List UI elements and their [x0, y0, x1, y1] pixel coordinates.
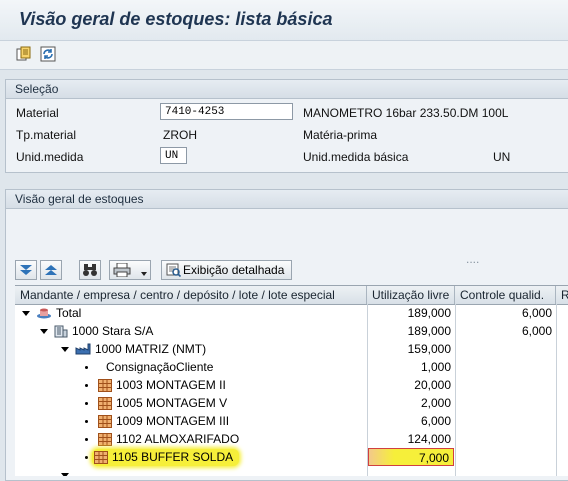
leaf-node-icon	[85, 419, 88, 423]
collapse-node-icon	[61, 472, 69, 476]
dropdown-arrow-icon	[141, 272, 147, 276]
material-type-value: ZROH	[163, 128, 197, 142]
storage-location-icon	[98, 432, 112, 446]
storage-location-icon	[94, 450, 108, 464]
row-label: 1000 Stara S/A	[72, 324, 154, 338]
row-label: 1005 MONTAGEM V	[116, 396, 228, 410]
title-bar: Visão geral de estoques: lista básica	[0, 0, 568, 41]
storage-location-icon	[98, 414, 112, 428]
column-header-quality-control[interactable]: Controle qualid.	[455, 286, 556, 304]
collapse-all-button[interactable]	[40, 260, 62, 280]
free-use-value: 159,000	[407, 342, 451, 356]
leaf-node-icon	[85, 437, 88, 441]
row-label: 1009 MONTAGEM III	[116, 414, 230, 428]
material-description: MANOMETRO 16bar 233.50.DM 100L	[303, 106, 509, 120]
table-row[interactable]: ConsignaçãoCliente 1,000	[15, 358, 568, 376]
print-button[interactable]	[109, 260, 151, 280]
column-header-restricted[interactable]: R	[556, 286, 568, 304]
table-row[interactable]: 1000 MATRIZ (NMT) 159,000	[15, 340, 568, 358]
collapse-node-icon[interactable]	[40, 328, 48, 334]
splitter-handle[interactable]: ....	[466, 252, 479, 266]
table-row[interactable]: 1102 ALMOXARIFADO 124,000	[15, 430, 568, 448]
base-unit-value: UN	[493, 150, 511, 164]
material-label: Material	[16, 106, 59, 120]
overview-heading: Visão geral de estoques	[6, 190, 568, 209]
table-row[interactable]: 1009 MONTAGEM III 6,000	[15, 412, 568, 430]
leaf-node-icon	[85, 365, 88, 369]
quality-control-value: 6,000	[521, 306, 552, 320]
plant-icon	[75, 343, 91, 355]
free-use-value: 189,000	[407, 324, 451, 338]
collapse-node-icon[interactable]	[22, 310, 30, 316]
company-icon	[54, 325, 68, 337]
table-row[interactable]: 1005 MONTAGEM V 2,000	[15, 394, 568, 412]
row-label: ConsignaçãoCliente	[106, 360, 214, 374]
grid-header: Mandante / empresa / centro / depósito /…	[15, 286, 568, 305]
row-label: 1003 MONTAGEM II	[116, 378, 226, 392]
total-stock-icon	[37, 308, 51, 319]
free-use-value: 2,000	[420, 396, 451, 410]
quality-control-value: 6,000	[521, 324, 552, 338]
copy-icon[interactable]	[14, 44, 34, 64]
leaf-node-icon	[85, 401, 88, 405]
stock-tree-grid: Mandante / empresa / centro / depósito /…	[15, 285, 568, 476]
row-label: 1102 ALMOXARIFADO	[116, 432, 240, 446]
storage-location-icon	[98, 396, 112, 410]
binoculars-icon	[83, 264, 97, 276]
leaf-node-icon	[85, 455, 88, 459]
base-unit-label: Unid.medida básica	[303, 150, 409, 164]
table-row[interactable]: 1003 MONTAGEM II 20,000	[15, 376, 568, 394]
free-use-value: 124,000	[407, 432, 451, 446]
material-field[interactable]: 7410-4253	[160, 103, 293, 120]
unit-field[interactable]: UN	[160, 147, 187, 164]
column-header-free-use[interactable]: Utilização livre	[367, 286, 455, 304]
collapse-node-icon[interactable]	[61, 346, 69, 352]
free-use-value[interactable]: 7,000	[368, 448, 454, 466]
find-button[interactable]	[79, 260, 101, 280]
refresh-icon[interactable]	[38, 44, 58, 64]
free-use-value: 6,000	[420, 414, 451, 428]
collapse-icon	[45, 265, 57, 275]
detailed-display-button[interactable]: Exibição detalhada	[161, 260, 292, 280]
detailed-display-label: Exibição detalhada	[183, 263, 285, 277]
material-type-label: Tp.material	[16, 128, 77, 142]
free-use-value: 189,000	[407, 306, 451, 320]
row-label: 1105 BUFFER SOLDA	[112, 450, 234, 464]
page-title: Visão geral de estoques: lista básica	[19, 9, 333, 29]
leaf-node-icon	[85, 383, 88, 387]
selection-group: Seleção	[5, 79, 568, 173]
selection-heading: Seleção	[6, 80, 568, 99]
column-header-hierarchy[interactable]: Mandante / empresa / centro / depósito /…	[15, 286, 367, 304]
table-row[interactable]: Total 189,000 6,000	[15, 304, 568, 322]
free-use-value: 1,000	[420, 360, 451, 374]
table-row[interactable]: 1000 Stara S/A 189,000 6,000	[15, 322, 568, 340]
printer-icon	[113, 263, 131, 277]
detail-view-icon	[166, 263, 181, 277]
expand-icon	[20, 265, 32, 275]
application-toolbar	[0, 41, 568, 70]
storage-location-icon	[98, 378, 112, 392]
expand-all-button[interactable]	[15, 260, 37, 280]
free-use-value: 20,000	[414, 378, 451, 392]
material-type-description: Matéria-prima	[303, 128, 378, 142]
row-label: 1000 MATRIZ (NMT)	[95, 342, 207, 356]
unit-label: Unid.medida	[16, 150, 84, 164]
table-row-highlighted[interactable]: 1105 BUFFER SOLDA 7,000	[15, 448, 568, 466]
row-label: Total	[56, 306, 82, 320]
highlight-marker: 1105 BUFFER SOLDA	[92, 448, 240, 466]
